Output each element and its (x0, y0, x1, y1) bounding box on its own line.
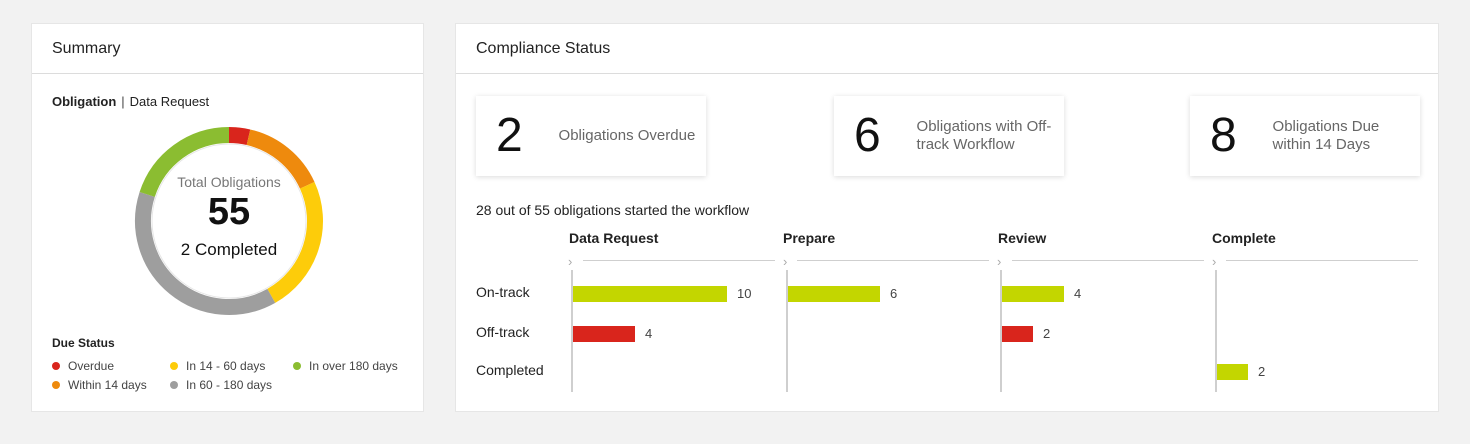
donut-completed: 2 Completed (180, 240, 278, 259)
bar-value-label: 4 (645, 326, 653, 341)
bar-value-label: 10 (737, 286, 752, 301)
donut-total: 55 (207, 191, 251, 233)
stat-due-14-days[interactable]: 8 Obligations Due within 14 Days (1190, 96, 1420, 176)
workflow-bar[interactable] (1217, 364, 1248, 380)
stage-divider (583, 260, 775, 261)
legend-item: Overdue (52, 359, 114, 373)
legend-label: In over 180 days (309, 359, 398, 373)
compliance-title: Compliance Status (456, 24, 1438, 74)
workflow-bar[interactable] (788, 286, 880, 302)
legend-item: In 14 - 60 days (170, 359, 265, 373)
view-toggle: Obligation | Data Request (52, 94, 209, 109)
summary-title: Summary (32, 24, 423, 74)
stat-text: Obligations Due within 14 Days (1272, 118, 1380, 153)
chevron-right-icon: › (783, 254, 788, 269)
legend-dot (170, 362, 178, 370)
legend-item: Within 14 days (52, 378, 147, 392)
legend-item: In over 180 days (293, 359, 398, 373)
workflow-bar[interactable] (1002, 326, 1033, 342)
toggle-separator: | (121, 94, 125, 109)
stage-divider (1012, 260, 1204, 261)
chevron-right-icon: › (997, 254, 1002, 269)
stat-text: Obligations with Off-track Workflow (916, 118, 1052, 153)
chevron-right-icon: › (1212, 254, 1217, 269)
bar-value-label: 2 (1258, 364, 1266, 379)
donut-center: Total Obligations 55 2 Completed (134, 126, 324, 316)
due-status-title: Due Status (52, 336, 115, 350)
stage-divider (797, 260, 989, 261)
bar-value-label: 4 (1074, 286, 1082, 301)
donut-label: Total Obligations (177, 174, 281, 190)
toggle-obligation[interactable]: Obligation (52, 94, 116, 109)
legend-label: In 14 - 60 days (186, 359, 266, 373)
legend-label: In 60 - 180 days (186, 378, 273, 392)
legend-dot (170, 381, 178, 389)
stat-overdue[interactable]: 2 Obligations Overdue (476, 96, 706, 176)
legend-dot (52, 362, 60, 370)
compliance-status-card: Compliance Status 2 Obligations Overdue … (455, 23, 1439, 412)
legend-dot (293, 362, 301, 370)
legend-item: In 60 - 180 days (170, 378, 272, 392)
stat-off-track[interactable]: 6 Obligations with Off-track Workflow (834, 96, 1064, 176)
stage-title: Review (998, 230, 1047, 246)
summary-card: Summary Obligation | Data Request Total Ob… (31, 23, 424, 412)
legend-dot (52, 381, 60, 389)
workflow-bar[interactable] (573, 326, 635, 342)
stage-title: Data Request (569, 230, 659, 246)
legend-label: Within 14 days (68, 378, 147, 392)
stat-number: 8 (1210, 109, 1237, 162)
workflow-bar[interactable] (1002, 286, 1064, 302)
stat-number: 2 (496, 109, 523, 162)
toggle-data-request[interactable]: Data Request (130, 94, 210, 109)
stage-divider (1226, 260, 1418, 261)
bar-value-label: 6 (890, 286, 898, 301)
stage-title: Prepare (783, 230, 836, 246)
stat-text: Obligations Overdue (558, 127, 696, 144)
row-label: Off-track (476, 324, 530, 340)
workflow-bar[interactable] (573, 286, 727, 302)
bar-value-label: 2 (1043, 326, 1051, 341)
stage-title: Complete (1212, 230, 1276, 246)
chevron-right-icon: › (568, 254, 573, 269)
legend-label: Overdue (68, 359, 115, 373)
row-label: On-track (476, 284, 530, 300)
workflow-started-text: 28 out of 55 obligations started the wor… (476, 202, 750, 218)
stat-number: 6 (854, 109, 881, 162)
row-label: Completed (476, 362, 544, 378)
